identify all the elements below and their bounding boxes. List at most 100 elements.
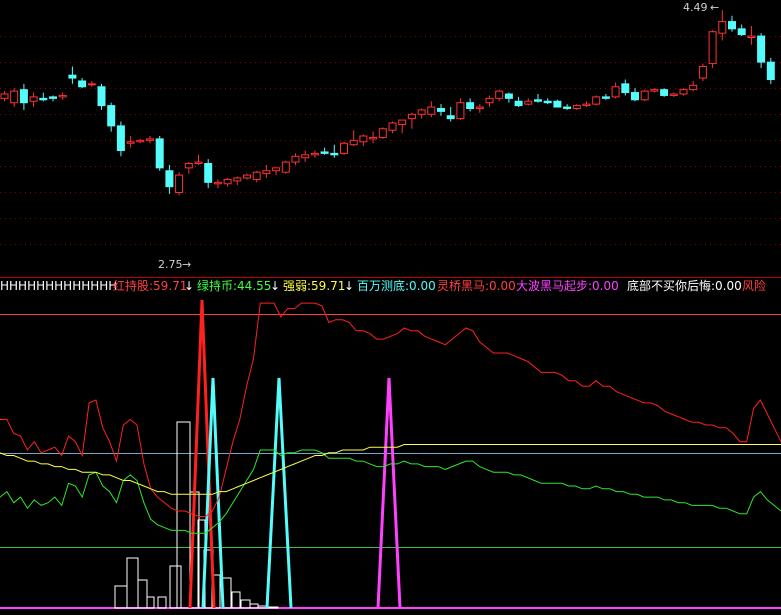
candle-body-up: [262, 170, 271, 175]
legend-item-wave-start: 大波黑马起步:0.00: [516, 279, 619, 293]
candle-body-up: [456, 102, 465, 120]
candle-body-up: [698, 65, 707, 79]
legend-item-risk: 风险: [742, 279, 767, 293]
candle-body-down: [728, 21, 736, 30]
candle-body-up: [291, 155, 300, 163]
high-price-arrow: ←: [710, 1, 719, 14]
candle-body-down: [621, 83, 630, 94]
candle-body-down: [601, 96, 610, 99]
candle-body-down: [660, 89, 669, 96]
white-histogram-bar: [146, 596, 155, 609]
candle-body-up: [136, 139, 145, 143]
legend-arrow-3: ↓: [344, 279, 355, 293]
candle-body-down: [737, 28, 746, 36]
candle-body-up: [669, 93, 678, 96]
candle-body-down: [39, 97, 48, 101]
magenta-spike: [376, 377, 402, 609]
candle-body-up: [718, 21, 727, 34]
white-histogram-bar: [231, 591, 241, 609]
candle-body-down: [446, 115, 455, 120]
candle-body-up: [184, 163, 193, 169]
legend-item-red-hold: 红持股:59.71: [113, 279, 188, 293]
legend-arrow-2: ↓: [270, 279, 281, 293]
candle-body-down: [757, 35, 766, 63]
candle-body-down: [107, 105, 116, 127]
candle-body-up: [679, 89, 688, 95]
candle-body-down: [631, 92, 639, 101]
price-extreme-labels: 4.49 ← 2.75 →: [158, 1, 719, 271]
legend-item-strength: 强弱:59.71: [283, 279, 346, 293]
candle-body-up: [407, 113, 416, 120]
candle-body-down: [155, 138, 164, 169]
candle-body-up: [281, 161, 290, 173]
legend-item-green-hold: 绿持币:44.55: [197, 279, 272, 293]
candle-body-up: [611, 86, 620, 98]
candle-body-down: [534, 99, 542, 102]
candle-body-down: [97, 86, 106, 107]
candle-body-up: [485, 97, 494, 104]
candle-body-up: [708, 31, 717, 65]
candle-body-up: [233, 177, 242, 182]
candle-body-up: [340, 142, 348, 154]
candle-body-up: [427, 106, 436, 115]
candle-body-down: [553, 100, 562, 108]
candle-body-up: [310, 152, 319, 156]
candle-body-up: [369, 136, 378, 140]
candle-body-up: [252, 171, 261, 180]
white-histogram-bar: [114, 585, 128, 609]
low-price-label: 2.75: [158, 258, 183, 271]
white-histogram-bar: [240, 599, 251, 609]
indicator-legend: HHHHHHHHHHHHH 红持股:59.71 ↓ 绿持币:44.55 ↓ 强弱…: [0, 278, 781, 294]
candle-body-down: [466, 102, 475, 109]
candle-body-up: [689, 84, 698, 91]
candle-body-up: [223, 178, 232, 185]
white-histogram-bar: [126, 557, 139, 609]
candle-body-up: [640, 90, 649, 101]
candlestick-series: [0, 10, 775, 196]
legend-item-bottom-test: 百万测底:0.00: [357, 279, 436, 293]
candle-body-up: [378, 128, 387, 138]
legend-item-bottom-regret: 底部不买你后悔:0.00: [627, 279, 742, 293]
candle-body-down: [78, 80, 87, 88]
candle-body-down: [563, 106, 572, 109]
strength-line: [0, 444, 781, 495]
candle-body-up: [495, 90, 504, 99]
candle-body-up: [398, 119, 407, 125]
candle-body-down: [19, 89, 28, 104]
green-hold-line: [0, 449, 781, 534]
legend-item-hhh: HHHHHHHHHHHHH: [0, 279, 118, 293]
candle-body-down: [330, 152, 339, 156]
candle-body-down: [68, 74, 77, 79]
candle-body-up: [29, 96, 38, 102]
candle-body-up: [213, 181, 222, 185]
candle-body-up: [359, 135, 368, 143]
candle-body-up: [146, 138, 154, 141]
candle-body-down: [49, 96, 57, 99]
white-histogram-bar: [176, 421, 191, 609]
chart-stage: 4.49 ← 2.75 →: [0, 1, 781, 609]
legend-item-dark-horse: 灵桥黑马:0.00: [437, 279, 516, 293]
candle-body-up: [388, 122, 397, 131]
candle-body-up: [349, 139, 358, 146]
candle-body-up: [87, 83, 96, 86]
candle-body-up: [58, 94, 67, 98]
candle-body-up: [650, 89, 659, 92]
candle-body-down: [504, 93, 513, 99]
candle-body-up: [475, 106, 484, 109]
cyan-spike: [265, 377, 293, 609]
candle-body-up: [243, 174, 251, 179]
candle-body-up: [747, 35, 756, 39]
candle-body-down: [165, 170, 174, 188]
candle-body-down: [437, 107, 445, 112]
legend-arrow-1: ↓: [184, 279, 195, 293]
candle-body-up: [10, 90, 19, 104]
white-histogram-bar: [169, 565, 182, 609]
low-price-arrow: →: [182, 258, 191, 271]
white-histogram-bar: [157, 596, 167, 609]
candle-body-up: [592, 96, 601, 105]
candle-body-up: [582, 103, 591, 107]
candle-body-up: [175, 174, 184, 193]
candle-body-down: [514, 100, 523, 107]
candle-body-down: [116, 125, 125, 151]
candle-body-down: [766, 61, 775, 81]
